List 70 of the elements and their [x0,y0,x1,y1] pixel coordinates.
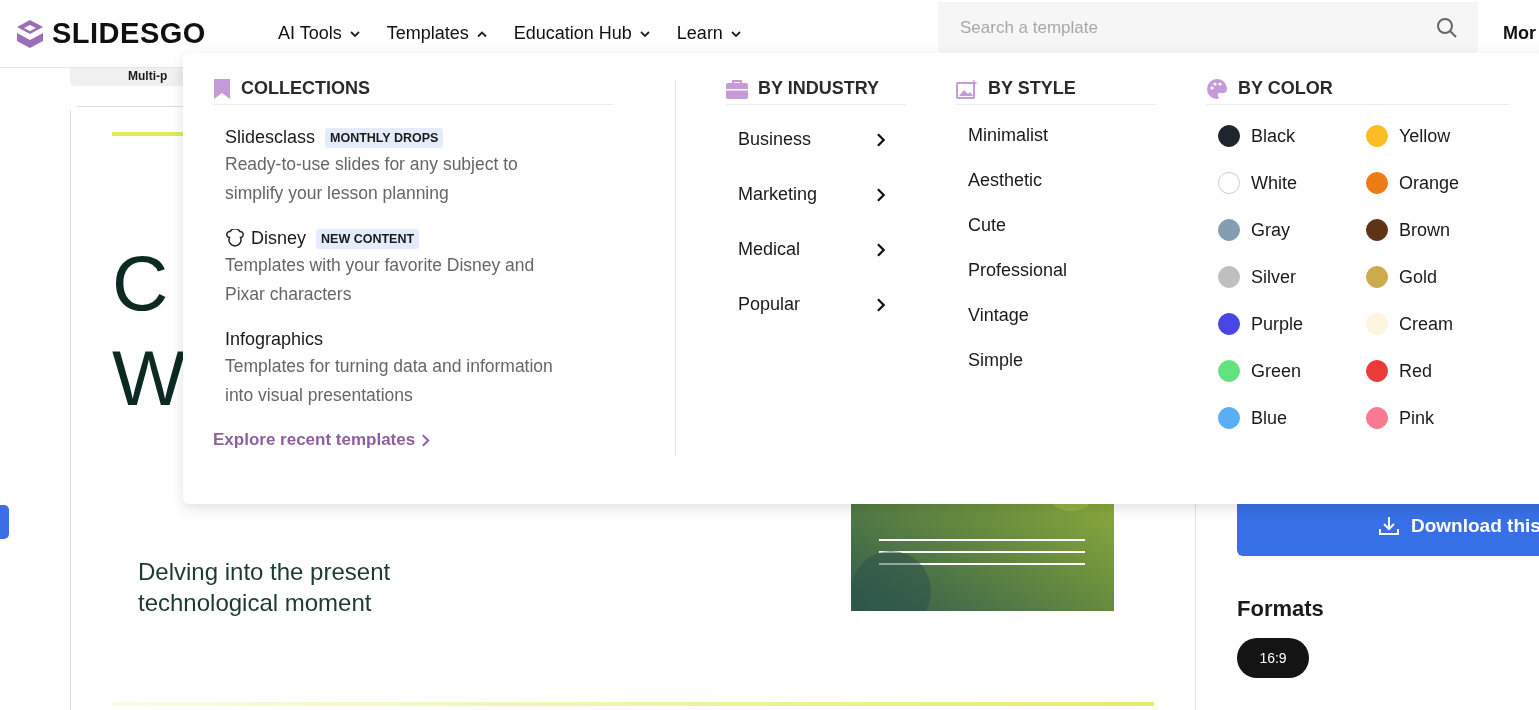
color-item[interactable]: Gray [1218,212,1366,248]
chevron-right-icon [421,432,431,448]
style-item[interactable]: Aesthetic [968,158,1206,203]
slide-title: C [112,238,169,329]
logo-icon [14,17,46,50]
search-bar[interactable]: Search a template [938,1,1478,54]
explore-link[interactable]: Explore recent templates [213,430,613,450]
collection-item[interactable]: Infographics Templates for turning data and information into visual presentations [213,329,613,410]
nav-item[interactable]: AI Tools [278,23,361,44]
section-title: BY INDUSTRY [758,78,880,99]
color-item[interactable]: Silver [1218,259,1366,295]
color-item[interactable]: Purple [1218,306,1366,342]
chevron-right-icon [876,131,886,148]
nav-item[interactable]: Learn [676,23,742,44]
color-item[interactable]: Red [1366,353,1514,389]
collection-description: Templates with your favorite Disney and Pixar characters [225,254,536,306]
industry-item[interactable]: Marketing [738,167,886,222]
color-item[interactable]: Gold [1366,259,1514,295]
nav-item[interactable]: Education Hub [513,23,651,44]
chevron-right-icon [876,186,886,203]
color-item[interactable]: Black [1218,118,1366,154]
collection-description: Templates for turning data and information into visual presentations [225,355,554,407]
color-item[interactable]: Cream [1366,306,1514,342]
color-item[interactable]: Green [1218,353,1366,389]
logo-text[interactable]: SLIDESGO [52,17,206,50]
formats-title: Formats [1237,596,1325,622]
chevron-up-icon [475,29,488,38]
format-chip[interactable]: 16:9 [1237,638,1309,678]
slide-title: W [112,333,186,424]
image-sparkle-icon [956,78,978,99]
section-title: BY STYLE [988,78,1076,99]
color-item[interactable]: Pink [1366,400,1514,436]
nav-item[interactable]: Mor [1503,23,1536,44]
chevron-down-icon [729,29,742,38]
chevron-right-icon [876,296,886,313]
style-item[interactable]: Vintage [968,293,1206,338]
industry-item[interactable]: Popular [738,277,886,332]
color-item[interactable]: Orange [1366,165,1514,201]
slide-subtitle: Delving into the present technological moment [138,557,392,618]
collection-item[interactable]: Slidesclass MONTHLY DROPS Ready-to-use slides for any subject to simplify your lesson planning [213,127,613,208]
side-tab[interactable] [0,505,9,539]
color-item[interactable]: Brown [1366,212,1514,248]
style-item[interactable]: Professional [968,248,1206,293]
chevron-down-icon [638,29,651,38]
briefcase-icon [726,78,748,99]
style-item[interactable]: Cute [968,203,1206,248]
color-item[interactable]: Blue [1218,400,1366,436]
style-item[interactable]: Simple [968,338,1206,383]
collection-tag: NEW CONTENT [316,228,420,249]
search-icon [1436,16,1458,39]
mouse-ears-icon [225,228,245,249]
search-field[interactable]: Search a template [958,16,1436,39]
section-title: COLLECTIONS [241,78,370,99]
chevron-right-icon [876,241,886,258]
collection-tag: MONTHLY DROPS [325,127,444,148]
industry-item[interactable]: Business [738,112,886,167]
collection-title: Disney [251,228,307,249]
color-item[interactable]: Yellow [1366,118,1514,154]
collection-title: Infographics [225,329,324,350]
bookmark-icon [213,77,231,100]
collection-title: Slidesclass [225,127,316,148]
palette-icon [1206,77,1228,100]
industry-item[interactable]: Medical [738,222,886,277]
chevron-down-icon [348,29,361,38]
collection-item[interactable]: Disney NEW CONTENT Templates with your favorite Disney and Pixar characters [213,228,613,309]
style-item[interactable]: Minimalist [968,113,1206,158]
nav-item[interactable]: Templates [386,23,488,44]
collection-description: Ready-to-use slides for any subject to simplify your lesson planning [225,153,519,205]
section-title: BY COLOR [1238,78,1333,99]
color-item[interactable]: White [1218,165,1366,201]
